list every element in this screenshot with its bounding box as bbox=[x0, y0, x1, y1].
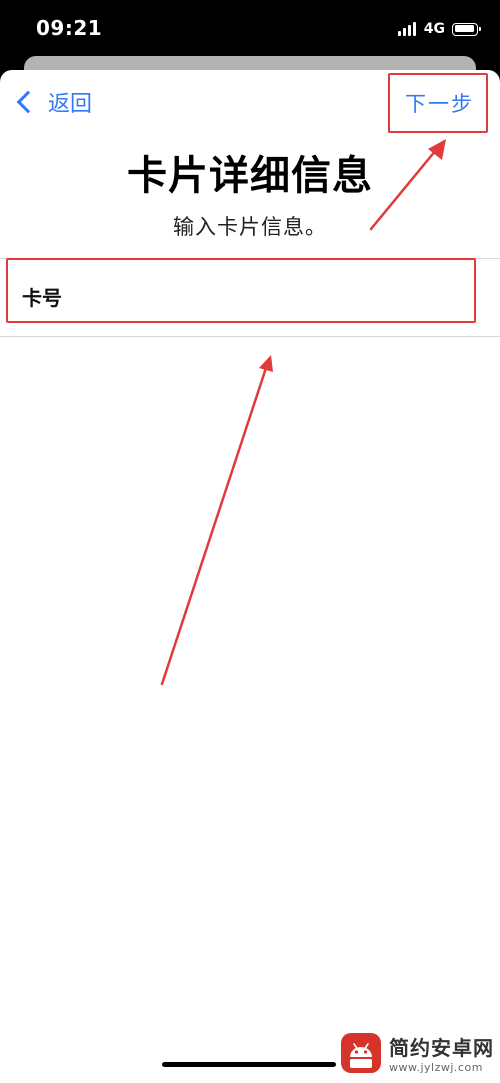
watermark-url: www.jylzwj.com bbox=[389, 1061, 483, 1074]
watermark-text: 简约安卓网 www.jylzwj.com bbox=[389, 1032, 494, 1074]
back-button[interactable]: 返回 bbox=[14, 86, 92, 118]
status-indicators: 4G bbox=[397, 20, 481, 38]
cellular-signal-icon bbox=[397, 22, 418, 36]
network-label: 4G bbox=[423, 21, 445, 37]
status-bar: 09:21 4G bbox=[0, 0, 500, 60]
page-title: 卡片详细信息 bbox=[127, 153, 373, 199]
chevron-left-icon bbox=[16, 90, 40, 114]
watermark: 简约安卓网 www.jylzwj.com bbox=[339, 1031, 494, 1075]
android-logo-icon bbox=[341, 1033, 381, 1073]
annotation-box-next bbox=[388, 73, 488, 133]
watermark-name: 简约安卓网 bbox=[389, 1036, 494, 1060]
page-subtitle: 输入卡片信息。 bbox=[173, 215, 327, 239]
field-divider-bottom bbox=[0, 336, 500, 337]
home-indicator bbox=[162, 1062, 336, 1067]
back-button-label: 返回 bbox=[48, 92, 93, 117]
battery-icon bbox=[452, 22, 481, 36]
status-time: 09:21 bbox=[36, 16, 103, 40]
annotation-box-card-number bbox=[6, 258, 476, 323]
